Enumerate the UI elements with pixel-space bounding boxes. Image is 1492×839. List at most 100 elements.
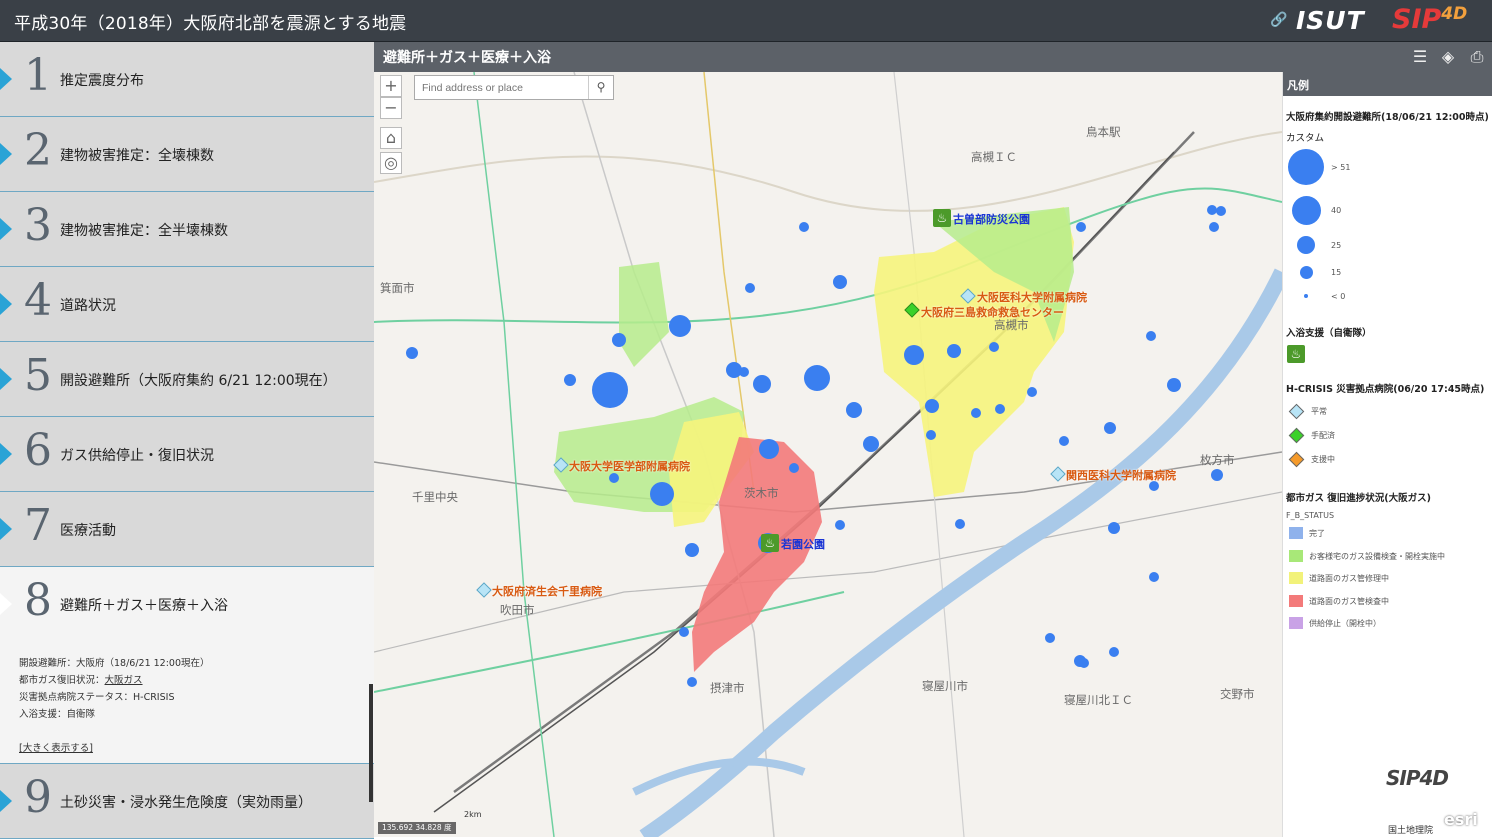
- item-label: 開設避難所（大阪府集約 6/21 12:00現在）: [60, 373, 337, 389]
- legend-hcrisis-item: 支援中: [1311, 455, 1335, 464]
- legend-shelter-title: 大阪府集約開設避難所(18/06/21 12:00時点): [1286, 112, 1489, 123]
- map-view[interactable]: + − ⌂ ◎ ⚲ ♨ 古曽部防災公園 ♨ 若園公園 大阪医科大学附属病院 大阪…: [374, 72, 1282, 837]
- label-park2: 若園公園: [781, 538, 825, 551]
- home-button[interactable]: ⌂: [380, 127, 402, 149]
- arrow-icon: [0, 218, 12, 240]
- legend-size-label: 15: [1331, 268, 1342, 277]
- locate-button[interactable]: ◎: [380, 152, 402, 174]
- top-bar: 平成30年（2018年）大阪府北部を震源とする地震 🔗 ISUT SIP4D: [0, 0, 1492, 42]
- layers-icon[interactable]: ◈: [1437, 46, 1459, 68]
- sip4d-map-logo: SIP4D: [1386, 766, 1449, 790]
- town-label: 鳥本駅: [1086, 125, 1121, 139]
- label-hospital1: 大阪医科大学附属病院: [977, 291, 1087, 304]
- arrow-icon: [0, 143, 12, 165]
- town-label: 寝屋川市: [922, 679, 968, 693]
- bath-icon: ♨: [1287, 345, 1305, 363]
- item-label: 土砂災害・浸水発生危険度（実効雨量）: [60, 795, 312, 811]
- legend-gas-item: 道路面のガス管検査中: [1309, 597, 1389, 606]
- item-number: 2: [24, 125, 52, 176]
- sidebar-item-9[interactable]: 9 土砂災害・浸水発生危険度（実効雨量）: [0, 764, 374, 839]
- detail-gas: 都市ガス復旧状況：大阪ガス: [19, 675, 143, 686]
- detail-shelter: 開設避難所：大阪府（18/6/21 12:00現在）: [19, 658, 210, 669]
- list-icon[interactable]: ☰: [1409, 46, 1431, 68]
- enlarge-link[interactable]: [大きく表示する]: [19, 743, 93, 754]
- map-title: 避難所＋ガス＋医療＋入浴: [383, 50, 551, 66]
- zoom-in-button[interactable]: +: [380, 75, 402, 97]
- legend-gas-item: 完了: [1309, 529, 1325, 538]
- sidebar-item-3[interactable]: 3 建物被害推定：全半壊棟数: [0, 192, 374, 267]
- legend-size-circle: [1304, 294, 1308, 298]
- coordinate-readout: 135.692 34.828 度: [378, 822, 456, 834]
- address-search: ⚲: [414, 75, 614, 100]
- legend-size-circle: [1292, 196, 1321, 225]
- legend-gas-field: F_B_STATUS: [1286, 511, 1335, 520]
- isut-logo: ISUT: [1296, 6, 1365, 35]
- item-number: 5: [24, 350, 52, 401]
- town-label: 茨木市: [744, 486, 779, 500]
- arrow-icon: [0, 443, 12, 465]
- arrow-icon: [0, 790, 12, 812]
- diamond-icon: [1288, 451, 1305, 468]
- share-link-icon[interactable]: 🔗: [1270, 12, 1287, 28]
- item-label: 避難所＋ガス＋医療＋入浴: [60, 598, 228, 614]
- item-number: 9: [24, 772, 52, 823]
- legend-gas-item: お客様宅のガス設備検査・開栓実施中: [1309, 552, 1445, 561]
- swatch-repair: [1289, 572, 1303, 584]
- gas-area-inspect: [619, 262, 669, 367]
- town-label: 千里中央: [412, 490, 458, 504]
- bath-icon[interactable]: ♨: [933, 209, 951, 227]
- town-label: 摂津市: [710, 681, 745, 695]
- legend-bath-title: 入浴支援（自衛隊）: [1286, 328, 1372, 339]
- bath-icon[interactable]: ♨: [761, 534, 779, 552]
- legend-custom: カスタム: [1286, 133, 1325, 144]
- osaka-gas-link[interactable]: 大阪ガス: [105, 675, 143, 686]
- sidebar-item-7[interactable]: 7 医療活動: [0, 492, 374, 567]
- enlarge-link-wrap: [大きく表示する]: [19, 740, 93, 754]
- town-label: 高槻市: [994, 318, 1029, 332]
- diamond-icon: [1288, 403, 1305, 420]
- legend-panel: 凡例 大阪府集約開設避難所(18/06/21 12:00時点) カスタム > 5…: [1282, 72, 1492, 837]
- map-header: 避難所＋ガス＋医療＋入浴 ☰ ◈ ⎙: [374, 42, 1492, 72]
- label-hospital2: 大阪府三島救命救急センター: [921, 306, 1064, 319]
- swatch-inspect: [1289, 550, 1303, 562]
- item-label: 推定震度分布: [60, 73, 144, 89]
- arrow-icon: [0, 593, 12, 615]
- diamond-icon: [1288, 427, 1305, 444]
- town-label: 高槻ＩＣ: [971, 150, 1017, 164]
- label-hospital5: 大阪府済生会千里病院: [492, 585, 602, 598]
- legend-size-label: 25: [1331, 241, 1342, 250]
- item-label: ガス供給停止・復旧状況: [60, 448, 214, 464]
- arrow-icon: [0, 68, 12, 90]
- item-label: 建物被害推定：全半壊棟数: [60, 223, 228, 239]
- item-label: 医療活動: [60, 523, 116, 539]
- arrow-icon: [0, 518, 12, 540]
- sidebar-item-6[interactable]: 6 ガス供給停止・復旧状況: [0, 417, 374, 492]
- legend-hcrisis-item: 平常: [1311, 407, 1327, 416]
- search-icon[interactable]: ⚲: [588, 76, 613, 99]
- town-label: 枚方市: [1200, 453, 1235, 467]
- sidebar-item-4[interactable]: 4 道路状況: [0, 267, 374, 342]
- attribution: 国土地理院: [1388, 826, 1434, 836]
- legend-hcrisis-title: H-CRISIS 災害拠点病院(06/20 17:45時点): [1286, 384, 1485, 395]
- scale-bar: 2km: [464, 810, 482, 819]
- sidebar-item-2[interactable]: 2 建物被害推定：全壊棟数: [0, 117, 374, 192]
- legend-size-circle: [1297, 236, 1315, 254]
- sidebar-item-5[interactable]: 5 開設避難所（大阪府集約 6/21 12:00現在）: [0, 342, 374, 417]
- item-number: 7: [24, 500, 52, 551]
- sidebar-item-8[interactable]: 8 避難所＋ガス＋医療＋入浴 開設避難所：大阪府（18/6/21 12:00現在…: [0, 567, 374, 764]
- item-label: 道路状況: [60, 298, 116, 314]
- item-label: 建物被害推定：全壊棟数: [60, 148, 214, 164]
- print-icon[interactable]: ⎙: [1466, 46, 1488, 68]
- search-input[interactable]: [415, 76, 589, 99]
- sidebar-scrollbar[interactable]: [369, 684, 373, 802]
- legend-size-circle: [1288, 149, 1324, 185]
- arrow-icon: [0, 368, 12, 390]
- sidebar-item-1[interactable]: 1 推定震度分布: [0, 42, 374, 117]
- label-park1: 古曽部防災公園: [953, 213, 1030, 226]
- town-label: 交野市: [1220, 687, 1255, 701]
- swatch-check: [1289, 595, 1303, 607]
- legend-size-label: 40: [1331, 206, 1342, 215]
- page-title: 平成30年（2018年）大阪府北部を震源とする地震: [14, 14, 407, 34]
- zoom-out-button[interactable]: −: [380, 97, 402, 119]
- item-number: 3: [24, 200, 52, 251]
